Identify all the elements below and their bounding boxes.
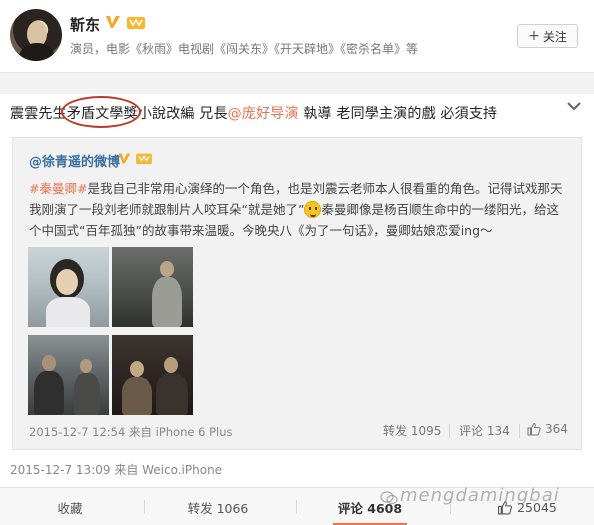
action-separator: [519, 424, 520, 438]
action-separator: [449, 424, 450, 438]
thumbs-up-icon: [527, 422, 541, 436]
reposted-comment-button[interactable]: 评论 134: [459, 422, 510, 439]
forward-button[interactable]: 转发 1066: [148, 488, 288, 525]
profile-bio: 演员，电影《秋雨》电视剧《闯关东》《开天辟地》《密杀名单》等: [70, 42, 419, 56]
plus-icon: +: [528, 28, 540, 44]
post-text-part: 小說改編 兄長: [137, 106, 228, 122]
follow-label: 关注: [542, 29, 567, 44]
reposted-username-text[interactable]: @徐青遥的微博: [29, 155, 120, 170]
reposted-forward-button[interactable]: 转发 1095: [383, 422, 441, 439]
reposted-like-button[interactable]: 364: [527, 422, 568, 436]
post-timestamp: 2015-12-7 13:09 来自 Weico.iPhone: [10, 463, 223, 477]
highlight-oval: [61, 96, 141, 128]
mention-link[interactable]: @庞好导演: [228, 106, 299, 122]
reposted-weibo[interactable]: @徐青遥的微博 #秦曼卿#是我自己非常用心演绎的一个角色，也是刘震云老师本人很看…: [12, 137, 582, 450]
reposted-comment-label: 评论 134: [459, 424, 510, 438]
member-crown-icon: [127, 17, 145, 29]
reposted-like-count: 364: [545, 422, 568, 436]
photo-thumbnail[interactable]: [28, 335, 109, 415]
favorite-button[interactable]: 收藏: [0, 488, 140, 525]
photo-thumbnail[interactable]: [28, 247, 109, 327]
verified-v-icon: [118, 153, 131, 164]
hashtag-link[interactable]: #秦曼卿#: [29, 181, 87, 196]
post-text-part: 震雲先生: [10, 106, 67, 122]
reposted-username[interactable]: @徐青遥的微博: [29, 151, 120, 170]
username[interactable]: 靳东: [70, 14, 100, 35]
photo-thumbnail[interactable]: [112, 247, 193, 327]
verified-v-icon: [106, 16, 120, 28]
reposted-timestamp: 2015-12-7 12:54 来自 iPhone 6 Plus: [29, 425, 233, 439]
section-divider: [0, 72, 594, 94]
favorite-label: 收藏: [57, 500, 83, 516]
member-crown-icon: [136, 153, 152, 165]
photo-thumbnail[interactable]: [112, 335, 193, 415]
reposted-body: #秦曼卿#是我自己非常用心演绎的一个角色，也是刘震云老师本人很看重的角色。记得试…: [29, 178, 569, 241]
chevron-down-icon[interactable]: [566, 100, 582, 112]
reposted-forward-label: 转发 1095: [383, 424, 442, 438]
avatar-coat: [18, 43, 56, 61]
follow-button[interactable]: + 关注: [517, 24, 578, 48]
watermark-text: mengdamingbai: [400, 485, 560, 506]
smile-emoji-icon: [304, 201, 322, 218]
action-separator: [144, 500, 145, 514]
wechat-icon: [380, 491, 398, 505]
avatar[interactable]: [10, 9, 62, 61]
action-separator: [296, 500, 297, 514]
post-text-part: 執導 老同學主演的戲 必須支持: [298, 106, 498, 122]
profile-header: 靳东 演员，电影《秋雨》电视剧《闯关东》《开天辟地》《密杀名单》等 + 关注: [0, 0, 594, 72]
forward-label: 转发 1066: [187, 500, 249, 516]
